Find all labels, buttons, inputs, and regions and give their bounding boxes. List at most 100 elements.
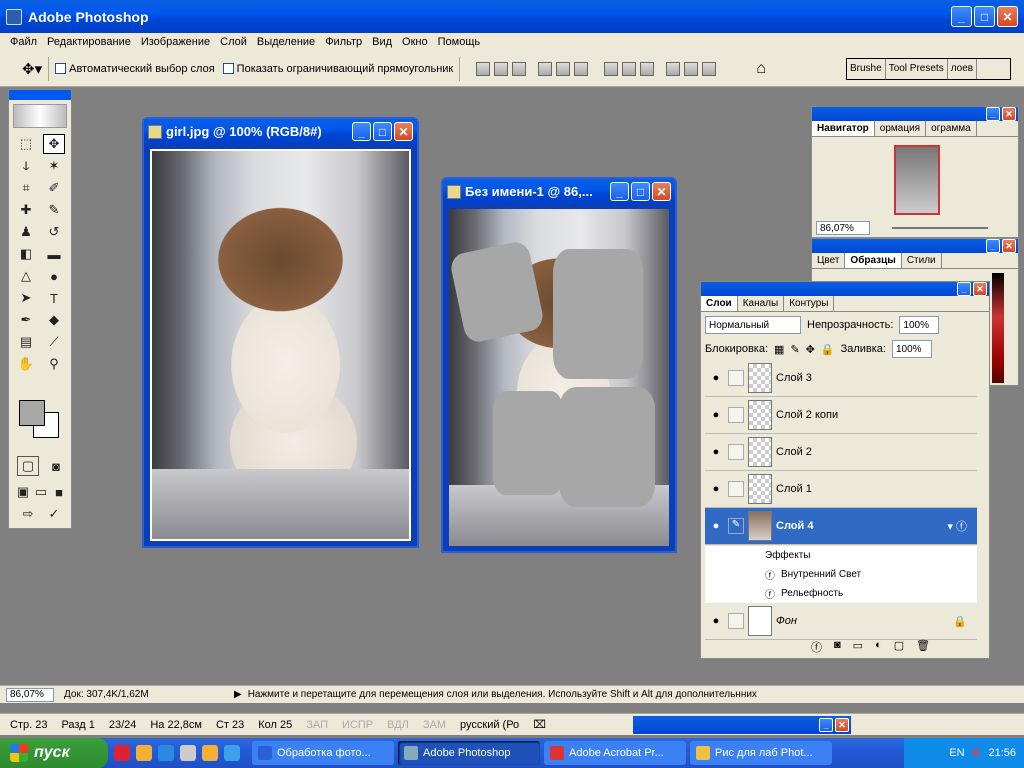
palette-minimize-button[interactable]: _ [819, 718, 833, 732]
doc-minimize-button[interactable]: _ [352, 122, 371, 141]
visibility-eye-icon[interactable]: ● [708, 444, 724, 460]
palette-minimize-button[interactable]: _ [957, 282, 971, 296]
align-vcenter-icon[interactable] [494, 61, 509, 76]
brush-icon[interactable]: ✎ [728, 518, 744, 534]
shape-tool-icon[interactable]: ◆ [43, 310, 65, 330]
doc-close-button[interactable]: ✕ [652, 182, 671, 201]
swatch-grid[interactable] [992, 273, 1004, 383]
menu-select[interactable]: Выделение [257, 36, 315, 48]
word-ovr[interactable]: ЗАМ [423, 719, 446, 731]
navigator-zoom-field[interactable]: 86,07% [816, 221, 870, 235]
new-set-icon[interactable]: ▭ [853, 639, 863, 655]
dodge-tool-icon[interactable]: ● [43, 266, 65, 286]
blur-tool-icon[interactable]: △ [15, 266, 37, 286]
spellcheck-icon[interactable]: ⌧ [533, 718, 546, 731]
maximize-button[interactable]: □ [974, 6, 995, 27]
show-bounds-checkbox[interactable] [222, 63, 234, 74]
slice-tool-icon[interactable]: ✐ [43, 178, 65, 198]
menu-file[interactable]: Файл [10, 36, 37, 48]
tab-channels[interactable]: Каналы [738, 296, 785, 311]
align-bottom-icon[interactable] [512, 61, 527, 76]
effect-row[interactable]: ⓕ Внутренний Свет [705, 565, 977, 584]
lock-all-icon[interactable]: 🔒 [821, 343, 835, 356]
effect-row[interactable]: ⓕ Рельефность [705, 584, 977, 603]
tab-swatches[interactable]: Образцы [845, 253, 902, 268]
healing-brush-icon[interactable]: ✚ [15, 200, 37, 220]
distribute-right-icon[interactable] [702, 61, 717, 76]
word-ext[interactable]: ВДЛ [387, 719, 409, 731]
align-hcenter-icon[interactable] [556, 61, 571, 76]
quicklaunch-app-icon[interactable] [136, 745, 152, 761]
gradient-tool-icon[interactable]: ▬ [43, 244, 65, 264]
notes-tool-icon[interactable]: ▤ [15, 332, 37, 352]
document-canvas[interactable] [449, 209, 669, 546]
tab-styles[interactable]: Стили [902, 253, 942, 268]
doc-maximize-button[interactable]: □ [373, 122, 392, 141]
blend-mode-select[interactable]: Нормальный [705, 316, 801, 334]
quickmask-mode-icon[interactable]: ◙ [45, 456, 67, 476]
doc-maximize-button[interactable]: □ [631, 182, 650, 201]
document-size[interactable]: Док: 307,4K/1,62M [64, 689, 234, 700]
move-tool-preset-icon[interactable]: ✥▾ [22, 60, 42, 78]
effects-header[interactable]: Эффекты [705, 546, 977, 565]
navigator-preview[interactable] [894, 145, 940, 215]
tab-navigator[interactable]: Навигатор [812, 121, 875, 136]
clock[interactable]: 21:56 [988, 747, 1016, 759]
distribute-left-icon[interactable] [666, 61, 681, 76]
document-title-bar[interactable]: girl.jpg @ 100% (RGB/8#) _ □ ✕ [144, 119, 417, 144]
menu-image[interactable]: Изображение [141, 36, 210, 48]
auto-select-checkbox[interactable] [55, 63, 67, 74]
palette-well-brushes[interactable]: Brushe [847, 59, 886, 79]
lock-position-icon[interactable]: ✥ [806, 343, 815, 356]
doc-close-button[interactable]: ✕ [394, 122, 413, 141]
status-zoom-field[interactable]: 86,07% [6, 687, 54, 702]
palette-close-button[interactable]: ✕ [973, 282, 987, 296]
tab-info[interactable]: ормация [875, 121, 927, 136]
quicklaunch-media-icon[interactable] [202, 745, 218, 761]
quicklaunch-browser-icon[interactable] [224, 745, 240, 761]
layer-effects-icon[interactable]: ▾ ⓕ [947, 518, 967, 534]
word-rec[interactable]: ЗАП [306, 719, 328, 731]
distribute-bottom-icon[interactable] [640, 61, 655, 76]
path-select-icon[interactable]: ➤ [15, 288, 37, 308]
layer-row-background[interactable]: ● Фон 🔒 [705, 603, 977, 640]
document-window-untitled[interactable]: Без имени-1 @ 86,... _ □ ✕ [441, 177, 677, 553]
menu-filter[interactable]: Фильтр [325, 36, 362, 48]
tab-paths[interactable]: Контуры [784, 296, 835, 311]
visibility-eye-icon[interactable]: ● [708, 613, 724, 629]
screen-mode-standard-icon[interactable]: ▣ [15, 482, 31, 502]
add-mask-icon[interactable]: ◙ [834, 639, 841, 655]
palette-close-button[interactable]: ✕ [835, 718, 849, 732]
align-left-icon[interactable] [538, 61, 553, 76]
lock-image-icon[interactable]: ✎ [790, 343, 799, 356]
align-top-icon[interactable] [476, 61, 491, 76]
distribute-top-icon[interactable] [604, 61, 619, 76]
layer-link-cell[interactable] [728, 613, 744, 629]
menu-edit[interactable]: Редактирование [47, 36, 131, 48]
palette-close-button[interactable]: ✕ [1002, 239, 1016, 253]
tab-histogram[interactable]: ограмма [926, 121, 977, 136]
task-explorer[interactable]: Рис для лаб Phot... [690, 741, 832, 765]
doc-minimize-button[interactable]: _ [610, 182, 629, 201]
type-tool-icon[interactable]: T [43, 288, 65, 308]
task-acrobat[interactable]: Adobe Acrobat Pr... [544, 741, 686, 765]
quicklaunch-ie-icon[interactable] [158, 745, 174, 761]
navigator-zoom-slider[interactable] [892, 227, 988, 229]
opacity-field[interactable]: 100% [899, 316, 940, 334]
lock-transparent-icon[interactable]: ▦ [774, 343, 784, 356]
layer-row[interactable]: ● Слой 2 [705, 434, 977, 471]
eyedropper-icon[interactable]: ⟋ [43, 332, 65, 352]
palette-well-tool-presets[interactable]: Tool Presets [886, 59, 948, 79]
crop-tool-icon[interactable]: ⌗ [15, 178, 37, 198]
status-arrow-icon[interactable]: ▶ [234, 689, 242, 700]
menu-window[interactable]: Окно [402, 36, 428, 48]
pen-tool-icon[interactable]: ✒ [15, 310, 37, 330]
standard-mode-icon[interactable]: ▢ [17, 456, 39, 476]
screen-mode-full-menu-icon[interactable]: ▭ [33, 482, 49, 502]
hand-tool-icon[interactable]: ✋ [15, 354, 37, 374]
visibility-eye-icon[interactable]: ● [708, 370, 724, 386]
menu-help[interactable]: Помощь [438, 36, 481, 48]
lasso-tool-icon[interactable]: ↆ [15, 156, 37, 176]
new-adjustment-icon[interactable]: ◐ [875, 639, 882, 655]
move-tool-icon[interactable]: ✥ [43, 134, 65, 154]
